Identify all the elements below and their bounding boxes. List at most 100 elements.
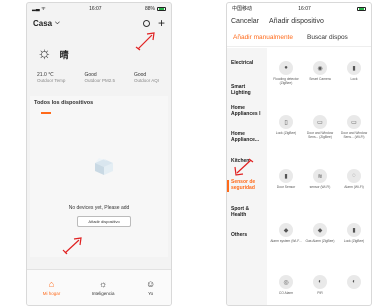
- home-title: Casa: [33, 18, 53, 28]
- device-label: Flooding detector (ZigBee): [273, 77, 299, 85]
- annotation-arrow-icon: [135, 32, 155, 51]
- smart-icon: ☼: [99, 278, 108, 289]
- tab-me[interactable]: ☺ Yo: [146, 278, 156, 296]
- device-item[interactable]: ◐: [337, 275, 371, 292]
- device-item[interactable]: ◌ Alarm (Wi-Fi): [337, 169, 371, 190]
- voice-icon[interactable]: [142, 19, 150, 27]
- device-icon: ◆: [313, 223, 327, 237]
- empty-message: No devices yet, Please add: [68, 205, 130, 211]
- annotation-arrow-icon: [62, 237, 82, 255]
- tab-scan[interactable]: Buscar dispos: [307, 34, 348, 41]
- add-device-button-main[interactable]: Añadir dispositivo: [77, 216, 131, 227]
- tab-smart[interactable]: ☼ Inteligencia: [91, 278, 115, 296]
- category-item[interactable]: Smart Lighting: [227, 84, 267, 97]
- device-label: PIR: [317, 291, 323, 295]
- tab-label: Yo: [148, 290, 154, 296]
- tab-manual[interactable]: Añadir manualmente: [233, 34, 293, 41]
- weather-stat-pm25: Good Outdoor PM2.5: [84, 72, 115, 83]
- device-icon: ▮: [279, 169, 293, 183]
- category-item[interactable]: Home Appliances I: [227, 105, 267, 118]
- device-item[interactable]: ▮ Lock (ZigBee): [337, 223, 371, 244]
- category-item-active[interactable]: Sensor de seguridad: [227, 179, 267, 192]
- status-time: 16:07: [89, 5, 102, 12]
- device-label: Lock: [350, 77, 358, 81]
- device-icon: ▭: [313, 115, 327, 129]
- device-item[interactable]: ● Flooding detector (ZigBee): [269, 61, 303, 86]
- device-item[interactable]: ◆ Alarm system (Wi-F...: [269, 223, 303, 244]
- device-label: Alarm system (Wi-F...: [270, 239, 302, 243]
- home-icon: ⌂: [48, 278, 55, 289]
- category-item[interactable]: Others: [227, 232, 267, 239]
- home-screen: ▂▃ ᯤ 16:07 88% Casa ⌵ + ☼ 晴 21.0 ℃ Outdo…: [26, 2, 172, 306]
- annotation-arrow-icon: [234, 158, 254, 176]
- tab-label: Inteligencia: [91, 290, 115, 296]
- sun-icon: ☼: [37, 45, 52, 62]
- home-selector[interactable]: Casa ⌵: [33, 19, 60, 28]
- profile-icon: ☺: [146, 278, 156, 289]
- weather-stat-temp: 21.0 ℃ Outdoor Temp: [37, 72, 65, 83]
- device-label: Alarm (Wi-Fi): [344, 185, 364, 189]
- device-item[interactable]: ≋ sensor (Wi-Fi): [303, 169, 337, 190]
- device-label: Gas Alarm (ZigBee): [305, 239, 335, 243]
- status-bar: 中国移动 16:07: [227, 3, 371, 14]
- bottom-tabbar: ⌂ Mi hogar ☼ Inteligencia ☺ Yo: [27, 269, 171, 305]
- signal-wifi-icon: ▂▃ ᯤ: [32, 5, 46, 12]
- device-item[interactable]: ▯ Lock (ZigBee): [269, 115, 303, 136]
- device-item[interactable]: ▮ Door Sensor: [269, 169, 303, 190]
- status-bar: ▂▃ ᯤ 16:07 88%: [27, 3, 171, 14]
- device-label: Lock (ZigBee): [275, 131, 297, 135]
- device-icon: ▭: [347, 115, 361, 129]
- devices-section: Todos los dispositivos No devices yet, P…: [30, 96, 168, 257]
- device-item[interactable]: ▭ Door and Window Sens... (Wi-Fi): [337, 115, 371, 140]
- tab-home[interactable]: ⌂ Mi hogar: [42, 278, 61, 296]
- stat-label: Outdoor Temp: [37, 78, 66, 83]
- cancel-button[interactable]: Cancelar: [231, 18, 259, 25]
- device-icon: ▮: [347, 61, 361, 75]
- device-label: CO Alarm: [278, 291, 294, 295]
- device-icon: ≋: [313, 169, 327, 183]
- device-icon: ▯: [279, 115, 293, 129]
- weather-condition: 晴: [59, 49, 69, 60]
- nav-bar: Cancelar Añadir dispositivo: [227, 14, 371, 29]
- battery-percent: 88%: [144, 5, 155, 12]
- device-item[interactable]: ◎ CO Alarm: [269, 275, 303, 296]
- device-label: Smart Camera: [309, 77, 331, 81]
- device-icon: ◐: [313, 275, 327, 289]
- device-label: Lock (ZigBee): [343, 239, 365, 243]
- device-label: sensor (Wi-Fi): [309, 185, 331, 189]
- device-icon: ▮: [347, 223, 361, 237]
- status-time: 16:07: [298, 5, 311, 12]
- category-item[interactable]: Electrical: [227, 60, 267, 67]
- weather-stat-aqi: Good Outdoor AQI: [134, 72, 159, 83]
- device-label: Door Sensor: [276, 185, 296, 189]
- battery-icon: [357, 6, 366, 11]
- stat-label: Outdoor PM2.5: [84, 78, 115, 83]
- device-icon: ◌: [347, 169, 361, 183]
- device-label: Door and Window Sens... (ZigBee): [306, 131, 334, 139]
- devices-title[interactable]: Todos los dispositivos: [30, 96, 168, 106]
- category-item[interactable]: Home Appliance...: [227, 131, 267, 144]
- device-icon: ◆: [279, 223, 293, 237]
- device-item[interactable]: ▭ Door and Window Sens... (ZigBee): [303, 115, 337, 140]
- chevron-down-icon: ⌵: [55, 19, 60, 26]
- empty-box-icon: [95, 158, 113, 175]
- tab-label: Mi hogar: [42, 290, 61, 296]
- device-item[interactable]: ◉ Smart Camera: [303, 61, 337, 82]
- device-label: Door and Window Sens... (Wi-Fi): [340, 131, 368, 139]
- device-icon: ◉: [313, 61, 327, 75]
- page-title: Añadir dispositivo: [269, 18, 324, 25]
- add-device-button[interactable]: +: [158, 17, 165, 29]
- home-header: Casa ⌵ +: [27, 14, 171, 32]
- device-icon: ◐: [347, 275, 361, 289]
- stat-label: Outdoor AQI: [133, 78, 159, 83]
- battery-icon: [157, 6, 166, 11]
- device-icon: ●: [279, 61, 293, 75]
- add-mode-tabs: Añadir manualmente Buscar dispos: [227, 29, 371, 47]
- device-item[interactable]: ▮ Lock: [337, 61, 371, 82]
- add-device-screen: 中国移动 16:07 Cancelar Añadir dispositivo A…: [226, 2, 372, 306]
- tab-indicator: [41, 112, 51, 114]
- category-item[interactable]: Sport & Health: [227, 206, 267, 219]
- device-item[interactable]: ◐ PIR: [303, 275, 337, 296]
- device-icon: ◎: [279, 275, 293, 289]
- device-item[interactable]: ◆ Gas Alarm (ZigBee): [303, 223, 337, 244]
